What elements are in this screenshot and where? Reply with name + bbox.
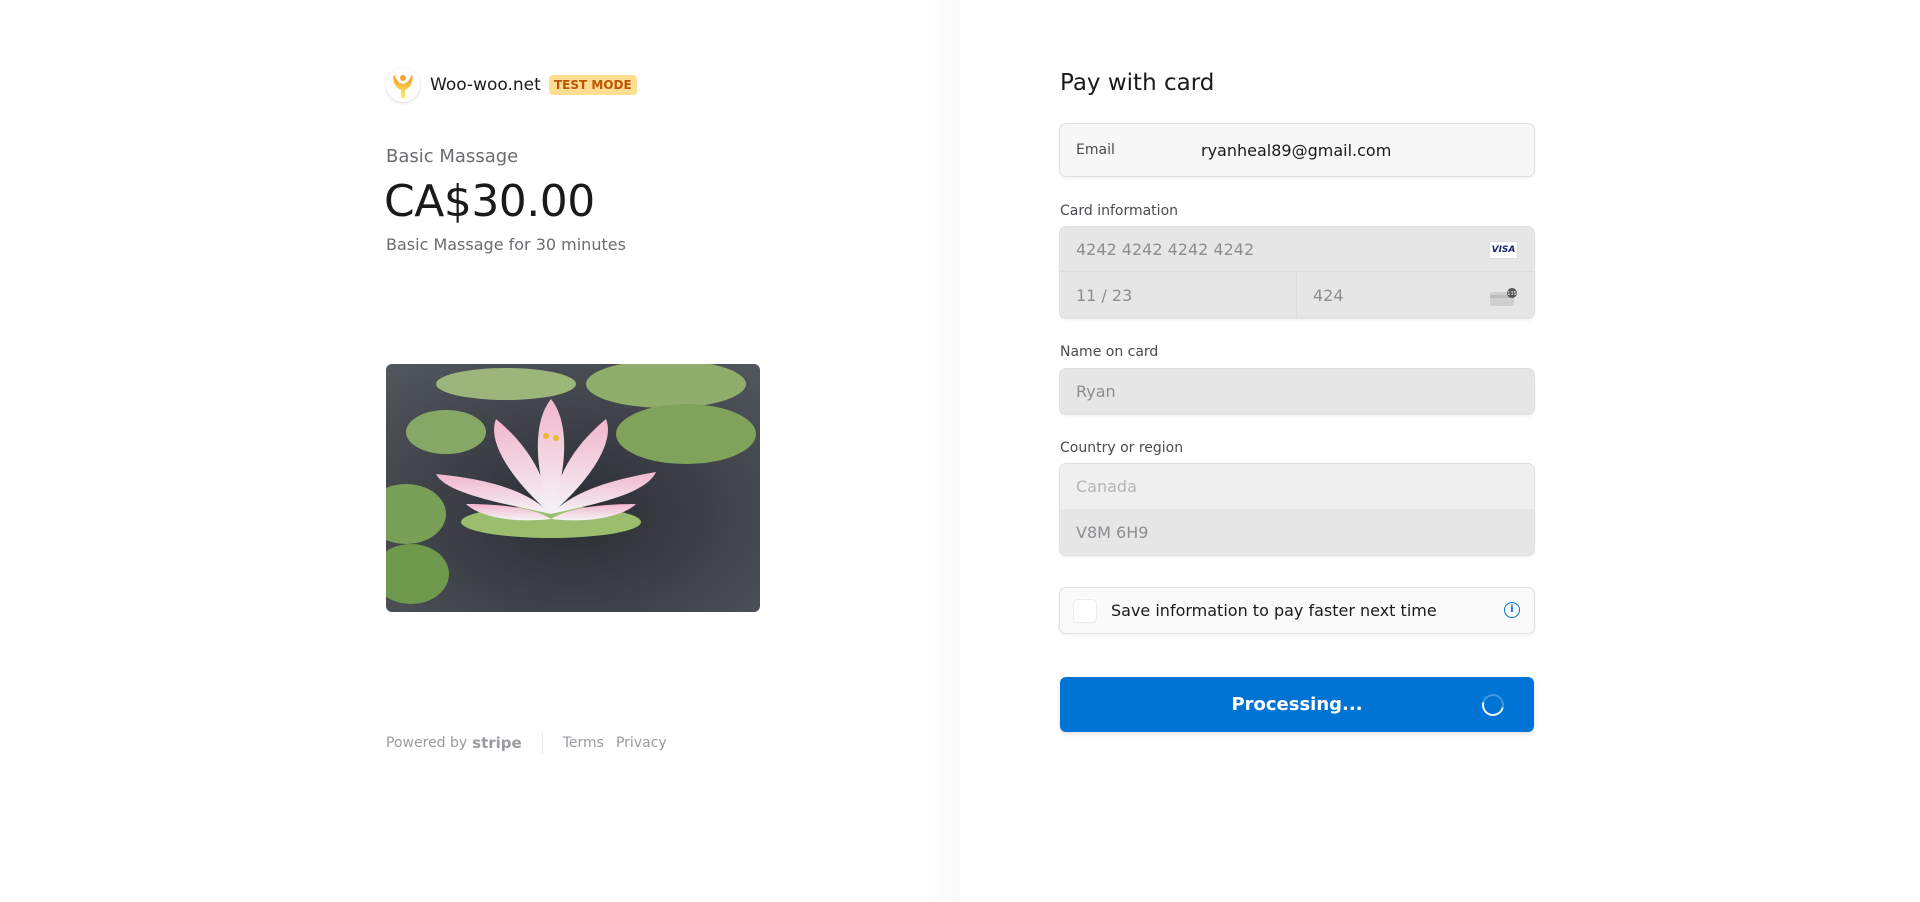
pay-button[interactable]: Processing... <box>1060 677 1534 732</box>
product-image <box>386 364 760 612</box>
powered-by-label: Powered by <box>386 735 468 751</box>
product-description: Basic Massage for 30 minutes <box>386 235 626 254</box>
privacy-link[interactable]: Privacy <box>616 735 667 751</box>
save-info-checkbox[interactable] <box>1074 599 1096 622</box>
expiry-value: 11 / 23 <box>1076 286 1133 305</box>
card-cvc-input[interactable]: 424 135 <box>1297 273 1534 318</box>
footer-divider <box>541 732 543 754</box>
panel-divider <box>925 0 960 902</box>
product-price: CA$30.00 <box>384 176 595 227</box>
save-info-option[interactable]: Save information to pay faster next time… <box>1060 588 1534 633</box>
name-value: Ryan <box>1076 382 1116 401</box>
card-number-value: 4242 4242 4242 4242 <box>1076 239 1255 259</box>
info-icon[interactable]: i <box>1504 602 1520 618</box>
postal-code-value: V8M 6H9 <box>1076 522 1149 542</box>
card-expiry-input[interactable]: 11 / 23 <box>1060 273 1297 318</box>
loading-spinner-icon <box>1477 689 1509 721</box>
country-label: Country or region <box>1060 440 1184 456</box>
email-label: Email <box>1076 142 1115 158</box>
merchant-name: Woo-woo.net <box>430 75 541 95</box>
card-information-group: 4242 4242 4242 4242 VISA 11 / 23 424 135 <box>1060 227 1534 318</box>
name-on-card-label: Name on card <box>1060 344 1159 360</box>
test-mode-badge: TEST MODE <box>549 75 637 95</box>
stripe-logo[interactable]: stripe <box>472 734 522 752</box>
save-info-label: Save information to pay faster next time <box>1111 601 1437 620</box>
card-number-input[interactable]: 4242 4242 4242 4242 VISA <box>1060 227 1534 272</box>
terms-link[interactable]: Terms <box>563 735 604 751</box>
email-value[interactable]: ryanheal89@gmail.com <box>1201 141 1391 160</box>
name-on-card-input[interactable]: Ryan <box>1060 369 1534 414</box>
footer: Powered by stripe Terms Privacy <box>386 732 679 754</box>
merchant-logo <box>386 68 420 102</box>
cvc-card-icon: 135 <box>1490 288 1517 306</box>
country-select[interactable]: Canada <box>1060 464 1534 509</box>
postal-code-input[interactable]: V8M 6H9 <box>1060 509 1534 555</box>
card-information-label: Card information <box>1060 203 1179 219</box>
country-value: Canada <box>1076 477 1137 496</box>
country-group: Canada V8M 6H9 <box>1060 464 1534 555</box>
order-summary-panel: Woo-woo.net TEST MODE Basic Massage CA$3… <box>0 0 960 902</box>
pay-button-label: Processing... <box>1231 694 1363 715</box>
email-field[interactable]: Email ryanheal89@gmail.com <box>1060 124 1534 176</box>
cvc-value: 424 <box>1313 286 1344 305</box>
svg-text:135: 135 <box>1507 291 1517 297</box>
form-title: Pay with card <box>1060 70 1215 96</box>
visa-icon: VISA <box>1489 241 1518 259</box>
product-name: Basic Massage <box>386 146 519 167</box>
